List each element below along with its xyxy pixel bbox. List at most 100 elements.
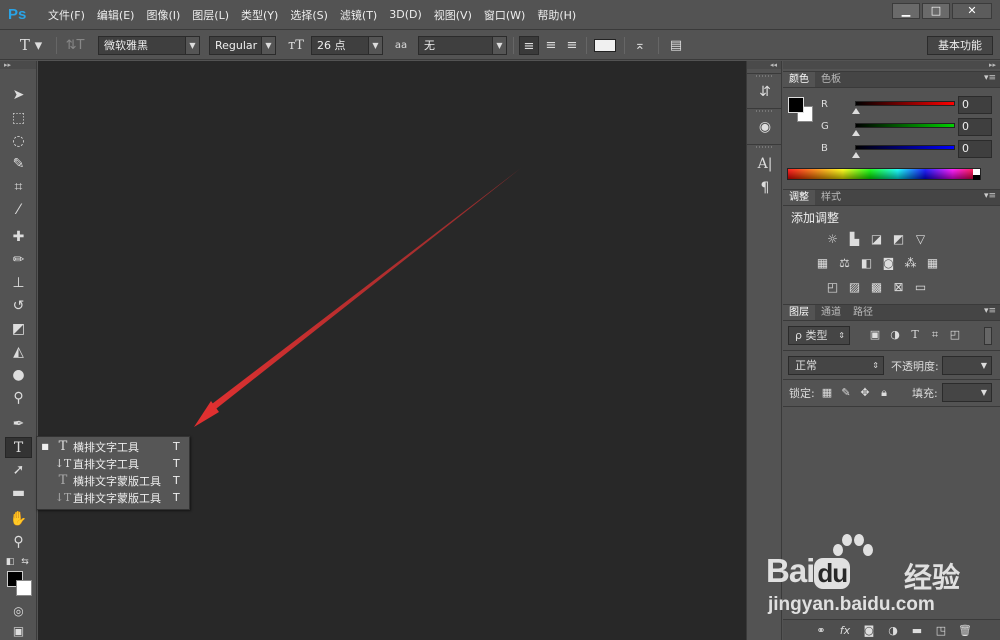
gradient-map-icon[interactable]: ▭ — [913, 281, 928, 294]
zoom-tool-icon[interactable]: ⚲ — [5, 532, 32, 553]
menu-view[interactable]: 视图(V) — [428, 7, 478, 23]
background-color-swatch[interactable] — [16, 580, 32, 596]
panel-menu-icon[interactable]: ▾≡ — [984, 73, 996, 83]
filter-type-icon[interactable]: T — [908, 328, 922, 342]
brightness-contrast-icon[interactable]: ☼ — [825, 233, 840, 246]
paint-bucket-tool-icon[interactable]: ◭ — [5, 342, 32, 363]
marquee-tool-icon[interactable]: ⬚ — [5, 108, 32, 129]
history-panel-icon[interactable]: ⇵ — [754, 81, 776, 103]
info-panel-icon[interactable]: ◉ — [754, 116, 776, 138]
color-balance-icon[interactable]: ⚖ — [837, 257, 852, 270]
red-value-input[interactable]: 0 — [958, 96, 992, 114]
fill-input[interactable]: ▼ — [942, 383, 992, 402]
crop-tool-icon[interactable]: ⌗ — [5, 177, 32, 198]
green-slider[interactable] — [855, 123, 955, 128]
lock-image-icon[interactable]: ✎ — [839, 386, 853, 400]
quick-selection-tool-icon[interactable]: ✎ — [5, 154, 32, 175]
panel-expand-icon[interactable]: ▸▸ — [783, 61, 1000, 69]
lock-position-icon[interactable]: ✥ — [858, 386, 872, 400]
panel-collapse-icon[interactable]: ▸▸ — [0, 61, 36, 69]
minimize-button[interactable]: ▁ — [892, 3, 920, 19]
menu-help[interactable]: 帮助(H) — [531, 7, 582, 23]
panel-menu-icon[interactable]: ▾≡ — [984, 191, 996, 201]
foreground-color-swatch[interactable] — [788, 97, 804, 113]
type-tool-preset-icon[interactable]: T ▾ — [16, 36, 46, 55]
align-left-icon[interactable]: ≡ — [519, 36, 539, 55]
panel-collapse-icon[interactable]: ◂◂ — [747, 61, 781, 69]
screen-mode-icon[interactable]: ▣ — [5, 621, 32, 640]
default-colors-icon[interactable]: ◧ — [3, 552, 17, 573]
flyout-item-vertical-type-mask[interactable]: ↓T 直排文字蒙版工具 T — [37, 489, 189, 506]
panel-menu-icon[interactable]: ▾≡ — [984, 306, 996, 316]
quick-mask-icon[interactable]: ◎ — [5, 601, 32, 622]
exposure-icon[interactable]: ◩ — [891, 233, 906, 246]
text-color-swatch[interactable] — [594, 39, 616, 52]
selective-color-icon[interactable]: ⊠ — [891, 281, 906, 294]
threshold-icon[interactable]: ▩ — [869, 281, 884, 294]
color-spectrum-bar[interactable] — [787, 168, 981, 180]
font-size-select[interactable]: 26 点 ▼ — [311, 36, 383, 55]
healing-brush-tool-icon[interactable]: ✚ — [5, 227, 32, 248]
path-selection-tool-icon[interactable]: ➚ — [5, 460, 32, 481]
character-panel-icon[interactable]: A| — [754, 153, 776, 175]
blue-slider[interactable] — [855, 145, 955, 150]
menu-select[interactable]: 选择(S) — [284, 7, 334, 23]
document-canvas[interactable] — [38, 61, 746, 640]
filter-toggle[interactable] — [984, 327, 992, 345]
tab-layers[interactable]: 图层 — [783, 305, 815, 320]
opacity-input[interactable]: ▼ — [942, 356, 992, 375]
tab-channels[interactable]: 通道 — [815, 305, 847, 320]
eraser-tool-icon[interactable]: ◩ — [5, 319, 32, 340]
menu-type[interactable]: 类型(Y) — [235, 7, 284, 23]
levels-icon[interactable]: ▙ — [847, 233, 862, 246]
lock-transparent-icon[interactable]: ▦ — [820, 386, 834, 400]
maximize-button[interactable]: □ — [922, 3, 950, 19]
filter-pixel-icon[interactable]: ▣ — [868, 328, 882, 342]
blur-tool-icon[interactable]: ● — [5, 365, 32, 386]
menu-window[interactable]: 窗口(W) — [478, 7, 531, 23]
tab-color[interactable]: 颜色 — [783, 72, 815, 87]
color-lookup-icon[interactable]: ▦ — [925, 257, 940, 270]
hand-tool-icon[interactable]: ✋ — [5, 509, 32, 530]
red-slider[interactable] — [855, 101, 955, 106]
lasso-tool-icon[interactable]: ◌ — [5, 131, 32, 152]
tab-swatches[interactable]: 色板 — [815, 72, 847, 87]
filter-adjustment-icon[interactable]: ◑ — [888, 328, 902, 342]
font-style-select[interactable]: Regular ▼ — [209, 36, 276, 55]
tab-paths[interactable]: 路径 — [847, 305, 879, 320]
layer-filter-select[interactable]: ρ 类型 ⇕ — [788, 326, 850, 345]
photo-filter-icon[interactable]: ◙ — [881, 257, 896, 270]
pen-tool-icon[interactable]: ✒ — [5, 414, 32, 435]
close-button[interactable]: ✕ — [952, 3, 992, 19]
tab-adjustments[interactable]: 调整 — [783, 190, 815, 205]
flyout-item-horizontal-type-mask[interactable]: T 横排文字蒙版工具 T — [37, 472, 189, 489]
swap-colors-icon[interactable]: ⇆ — [18, 552, 32, 573]
menu-edit[interactable]: 编辑(E) — [91, 7, 141, 23]
blue-value-input[interactable]: 0 — [958, 140, 992, 158]
flyout-item-vertical-type[interactable]: ↓T 直排文字工具 T — [37, 455, 189, 472]
menu-filter[interactable]: 滤镜(T) — [334, 7, 383, 23]
hue-saturation-icon[interactable]: ▦ — [815, 257, 830, 270]
brush-tool-icon[interactable]: ✏ — [5, 250, 32, 271]
menu-3d[interactable]: 3D(D) — [383, 8, 428, 21]
align-center-icon[interactable]: ≡ — [541, 36, 561, 55]
antialias-select[interactable]: 无 ▼ — [418, 36, 507, 55]
dodge-tool-icon[interactable]: ⚲ — [5, 388, 32, 409]
paragraph-panel-icon[interactable]: ¶ — [754, 177, 776, 199]
eyedropper-tool-icon[interactable]: ⁄ — [5, 200, 32, 221]
font-family-select[interactable]: 微软雅黑 ▼ — [98, 36, 200, 55]
filter-smart-object-icon[interactable]: ◰ — [948, 328, 962, 342]
vibrance-icon[interactable]: ▽ — [913, 233, 928, 246]
filter-shape-icon[interactable]: ⌗ — [928, 328, 942, 342]
history-brush-tool-icon[interactable]: ↺ — [5, 296, 32, 317]
tab-styles[interactable]: 样式 — [815, 190, 847, 205]
posterize-icon[interactable]: ▨ — [847, 281, 862, 294]
warp-text-icon[interactable]: ⌅ — [630, 36, 650, 55]
menu-file[interactable]: 文件(F) — [42, 7, 91, 23]
slider-knob-icon[interactable] — [852, 152, 860, 158]
menu-image[interactable]: 图像(I) — [140, 7, 186, 23]
clone-stamp-tool-icon[interactable]: ⊥ — [5, 273, 32, 294]
flyout-item-horizontal-type[interactable]: ■ T 横排文字工具 T — [37, 438, 189, 455]
toggle-orientation-icon[interactable]: ⇅T — [64, 36, 86, 55]
invert-icon[interactable]: ◰ — [825, 281, 840, 294]
